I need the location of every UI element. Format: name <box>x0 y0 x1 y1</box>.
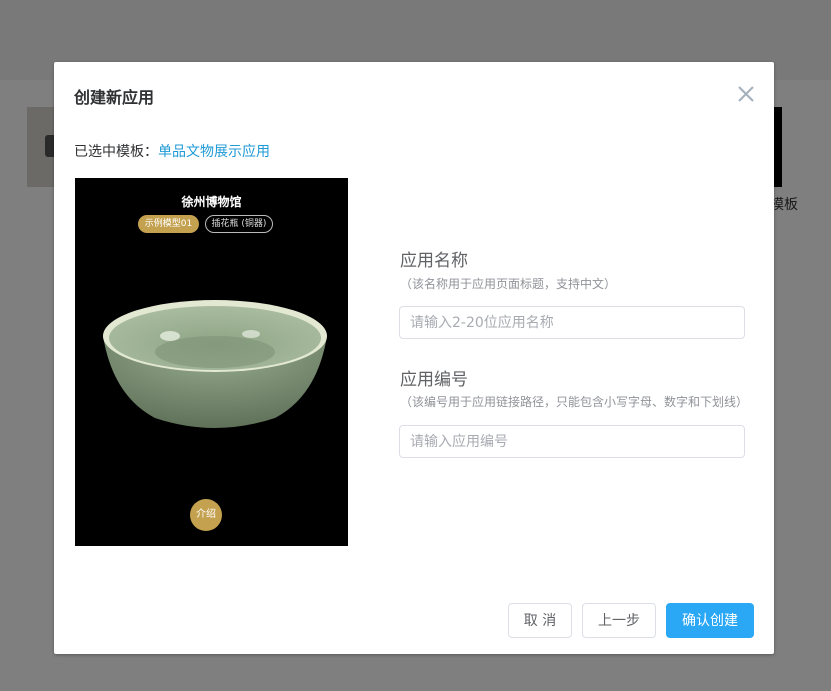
cancel-button[interactable]: 取 消 <box>508 603 572 638</box>
previous-step-button[interactable]: 上一步 <box>582 603 656 638</box>
template-preview: 徐州博物馆 示例模型01 插花瓶 (铜器) 介绍 <box>75 178 348 546</box>
app-code-label: 应用编号 <box>400 370 468 390</box>
selected-template: 已选中模板：单品文物展示应用 <box>74 141 270 161</box>
preview-tab-model[interactable]: 示例模型01 <box>138 215 199 233</box>
app-name-label: 应用名称 <box>400 251 468 271</box>
create-app-dialog: 创建新应用 已选中模板：单品文物展示应用 徐州博物馆 示例模型01 插花瓶 (铜… <box>54 62 774 654</box>
app-name-hint: （该名称用于应用页面标题，支持中文） <box>400 277 617 291</box>
app-code-input[interactable] <box>399 425 745 458</box>
celadon-bowl-image <box>103 300 327 428</box>
preview-tab-vase[interactable]: 插花瓶 (铜器) <box>205 215 273 233</box>
selected-template-prefix: 已选中模板： <box>74 144 158 160</box>
app-code-hint: （该编号用于应用链接路径，只能包含小写字母、数字和下划线） <box>400 395 749 409</box>
selected-template-link[interactable]: 单品文物展示应用 <box>158 144 270 160</box>
preview-museum-title: 徐州博物馆 <box>181 195 242 209</box>
preview-intro-button[interactable]: 介绍 <box>190 499 222 531</box>
close-icon <box>738 86 754 102</box>
confirm-create-button[interactable]: 确认创建 <box>666 603 754 638</box>
dialog-title: 创建新应用 <box>74 88 155 107</box>
close-button[interactable] <box>736 84 756 104</box>
app-name-input[interactable] <box>399 306 745 339</box>
